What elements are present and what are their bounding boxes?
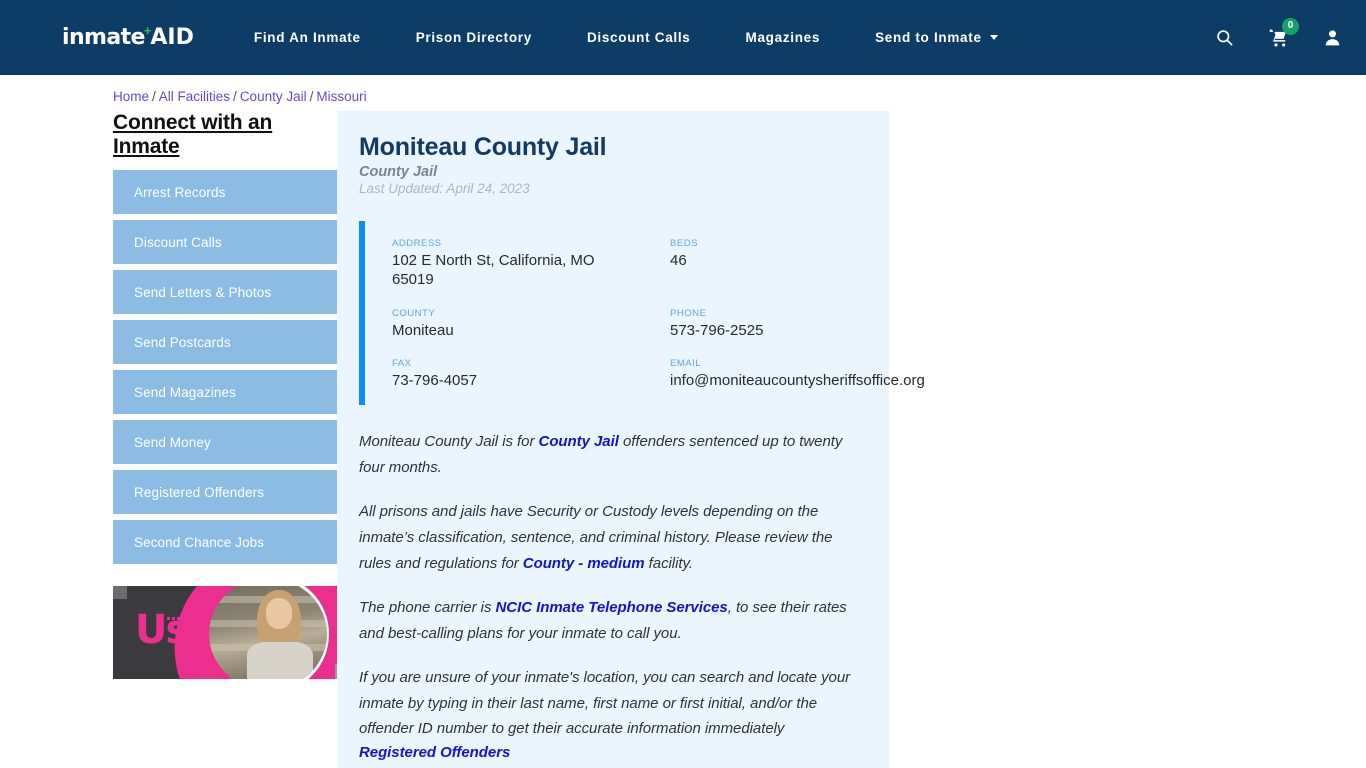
ad-corner-block	[113, 586, 127, 599]
info-cell-fax: FAX 73-796-4057	[392, 358, 670, 391]
nav-item-magazines[interactable]: Magazines	[746, 20, 821, 55]
info-value-county: Moniteau	[392, 321, 454, 339]
breadcrumb-separator: /	[152, 89, 156, 104]
info-value-phone: 573-796-2525	[670, 321, 764, 339]
link-registered-offenders[interactable]: Registered Offenders	[359, 740, 867, 766]
info-value-address: 102 E North St, California, MO 65019	[392, 252, 595, 288]
info-value-email: info@moniteaucountysheriffsoffice.org	[670, 372, 925, 390]
shopping-cart-icon[interactable]: 0	[1266, 17, 1299, 50]
info-label-beds: BEDS	[670, 238, 698, 249]
primary-nav-links: Find An Inmate Prison Directory Discount…	[254, 20, 1198, 55]
info-value-fax: 73-796-4057	[392, 372, 478, 390]
breadcrumb-item-missouri[interactable]: Missouri	[316, 89, 366, 104]
info-cell-email: EMAIL info@moniteaucountysheriffsoffice.…	[670, 358, 925, 391]
ad-photo-woman-shopping	[209, 586, 327, 679]
facility-last-updated: Last Updated: April 24, 2023	[359, 181, 530, 196]
nav-item-find-an-inmate[interactable]: Find An Inmate	[254, 20, 361, 55]
logo-word-inmate: inmate	[62, 25, 145, 50]
top-navigation-bar: inmate + AID Find An Inmate Prison Direc…	[0, 0, 1366, 75]
ad-artwork: Us	[113, 586, 340, 679]
facility-description: Moniteau County Jail is for County Jail …	[359, 429, 867, 768]
ad-brand-logo: Us	[135, 607, 189, 653]
breadcrumb-separator: /	[309, 89, 314, 104]
breadcrumb: Home / All Facilities / County Jail / Missouri	[0, 75, 1366, 104]
info-cell-phone: PHONE 573-796-2525	[670, 308, 880, 341]
cart-count-badge: 0	[1282, 17, 1299, 35]
breadcrumb-separator: /	[233, 89, 237, 104]
info-label-fax: FAX	[392, 358, 412, 370]
breadcrumb-item-county-jail[interactable]: County Jail	[240, 89, 307, 104]
info-cell-beds: BEDS 46	[670, 238, 880, 290]
logo-plus-icon: +	[143, 23, 152, 38]
info-label-address: ADDRESS	[392, 238, 442, 249]
info-cell-address: ADDRESS 102 E North St, California, MO 6…	[392, 238, 670, 290]
sidebar: Connect with an Inmate Arrest Records Di…	[0, 104, 435, 679]
nav-item-send-to-inmate[interactable]: Send to Inmate	[875, 20, 998, 55]
ad-brand-dots-icon	[167, 617, 185, 620]
search-icon[interactable]	[1212, 26, 1236, 50]
link-county-medium[interactable]: County - medium	[523, 555, 645, 572]
description-paragraph-2: All prisons and jails have Security or C…	[359, 499, 867, 577]
desc-p4-text-a: If you are unsure of your inmate's locat…	[359, 668, 851, 738]
user-account-icon[interactable]	[1320, 26, 1344, 50]
description-paragraph-3: The phone carrier is NCIC Inmate Telepho…	[359, 595, 867, 647]
breadcrumb-item-home[interactable]: Home	[113, 89, 149, 104]
inmateaid-logo[interactable]: inmate + AID	[62, 23, 194, 50]
info-cell-county: COUNTY Moniteau	[392, 308, 670, 341]
description-paragraph-1: Moniteau County Jail is for County Jail …	[359, 429, 867, 481]
facility-info-grid: ADDRESS 102 E North St, California, MO 6…	[359, 221, 925, 405]
desc-p3-text-a: The phone carrier is	[359, 598, 496, 616]
info-label-email: EMAIL	[670, 358, 702, 370]
sidebar-title: Connect with an Inmate	[113, 111, 273, 158]
nav-utility-icons: 0	[1212, 17, 1344, 50]
facility-name-title: Moniteau County Jail	[359, 133, 607, 161]
desc-p2-text-b: facility.	[644, 554, 693, 572]
info-label-phone: PHONE	[670, 307, 707, 319]
info-label-county: COUNTY	[392, 307, 436, 319]
link-county-jail[interactable]: County Jail	[539, 433, 619, 450]
page-columns: Connect with an Inmate Arrest Records Di…	[0, 104, 1366, 768]
description-paragraph-4: If you are unsure of your inmate's locat…	[359, 665, 867, 767]
facility-detail-card: Moniteau County Jail County Jail Last Up…	[337, 111, 925, 768]
info-value-beds: 46	[670, 252, 687, 269]
breadcrumb-item-all-facilities[interactable]: All Facilities	[159, 89, 230, 104]
nav-item-prison-directory[interactable]: Prison Directory	[416, 20, 532, 55]
link-ncic-inmate-telephone-services[interactable]: NCIC Inmate Telephone Services	[496, 599, 728, 616]
nav-item-discount-calls[interactable]: Discount Calls	[587, 20, 691, 55]
desc-p1-text-a: Moniteau County Jail is for	[359, 433, 539, 450]
facility-type-label: County Jail	[359, 164, 438, 180]
logo-word-aid: AID	[150, 25, 194, 50]
